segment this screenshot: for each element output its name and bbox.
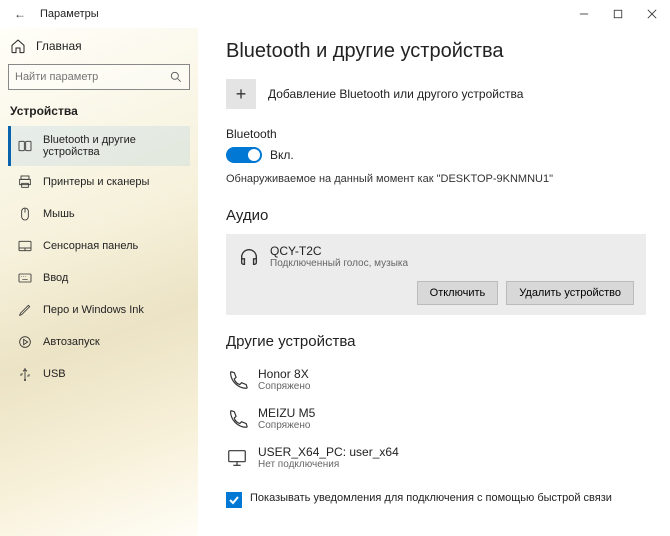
sidebar-item-label: Автозапуск [43,336,100,348]
home-icon [10,38,26,54]
pen-icon [17,302,33,318]
notify-label: Показывать уведомления для подключения с… [250,491,612,506]
sidebar-item-label: Мышь [43,208,75,220]
other-device-item[interactable]: Honor 8XСопряжено [226,360,646,399]
notify-checkbox[interactable] [226,492,242,508]
sidebar-item-mouse[interactable]: Мышь [8,198,190,230]
other-device-item[interactable]: USER_X64_PC: user_x64Нет подключения [226,438,646,477]
sidebar-item-label: USB [43,368,66,380]
phone-icon [226,408,248,430]
plus-icon: + [226,79,256,109]
audio-device-card[interactable]: QCY-T2C Подключенный голос, музыка Отклю… [226,234,646,315]
add-device-label: Добавление Bluetooth или другого устройс… [268,87,523,101]
page-title: Bluetooth и другие устройства [226,40,646,63]
audio-heading: Аудио [226,207,646,224]
maximize-button[interactable] [608,4,628,24]
discoverable-text: Обнаруживаемое на данный момент как "DES… [226,173,646,185]
sidebar-item-label: Bluetooth и другие устройства [43,134,184,158]
sidebar-section-title: Устройства [10,104,190,118]
sidebar-item-keyboard[interactable]: Ввод [8,262,190,294]
sidebar-item-label: Перо и Windows Ink [43,304,144,316]
sidebar-item-bluetooth-devices[interactable]: Bluetooth и другие устройства [8,126,190,166]
search-input[interactable] [15,71,169,83]
sidebar-item-label: Сенсорная панель [43,240,138,252]
device-name: MEIZU M5 [258,406,315,420]
device-status: Нет подключения [258,459,399,470]
search-icon [169,70,183,84]
headphones-icon [238,246,260,268]
bluetooth-devices-icon [17,138,33,154]
bluetooth-section-label: Bluetooth [226,127,646,141]
sidebar-item-printer[interactable]: Принтеры и сканеры [8,166,190,198]
mouse-icon [17,206,33,222]
sidebar-item-autoplay[interactable]: Автозапуск [8,326,190,358]
window-title: Параметры [40,8,99,20]
sidebar-item-usb[interactable]: USB [8,358,190,390]
sidebar-item-label: Принтеры и сканеры [43,176,149,188]
audio-device-name: QCY-T2C [270,244,408,258]
other-devices-heading: Другие устройства [226,333,646,350]
device-status: Сопряжено [258,420,315,431]
touchpad-icon [17,238,33,254]
sidebar-item-label: Ввод [43,272,68,284]
add-device-button[interactable]: + Добавление Bluetooth или другого устро… [226,79,646,109]
back-button[interactable]: ← [10,4,30,24]
autoplay-icon [17,334,33,350]
printer-icon [17,174,33,190]
device-name: USER_X64_PC: user_x64 [258,445,399,459]
device-name: Honor 8X [258,367,310,381]
pc-icon [226,447,248,469]
remove-device-button[interactable]: Удалить устройство [506,281,634,305]
search-input-container[interactable] [8,64,190,90]
minimize-button[interactable] [574,4,594,24]
home-link[interactable]: Главная [8,32,190,64]
disconnect-button[interactable]: Отключить [417,281,499,305]
device-status: Сопряжено [258,381,310,392]
other-device-item[interactable]: MEIZU M5Сопряжено [226,399,646,438]
close-button[interactable] [642,4,662,24]
home-label: Главная [36,39,82,53]
audio-device-status: Подключенный голос, музыка [270,258,408,269]
sidebar-item-pen[interactable]: Перо и Windows Ink [8,294,190,326]
keyboard-icon [17,270,33,286]
phone-icon [226,369,248,391]
bluetooth-toggle-label: Вкл. [270,148,294,162]
bluetooth-toggle[interactable] [226,147,262,163]
sidebar-item-touchpad[interactable]: Сенсорная панель [8,230,190,262]
usb-icon [17,366,33,382]
